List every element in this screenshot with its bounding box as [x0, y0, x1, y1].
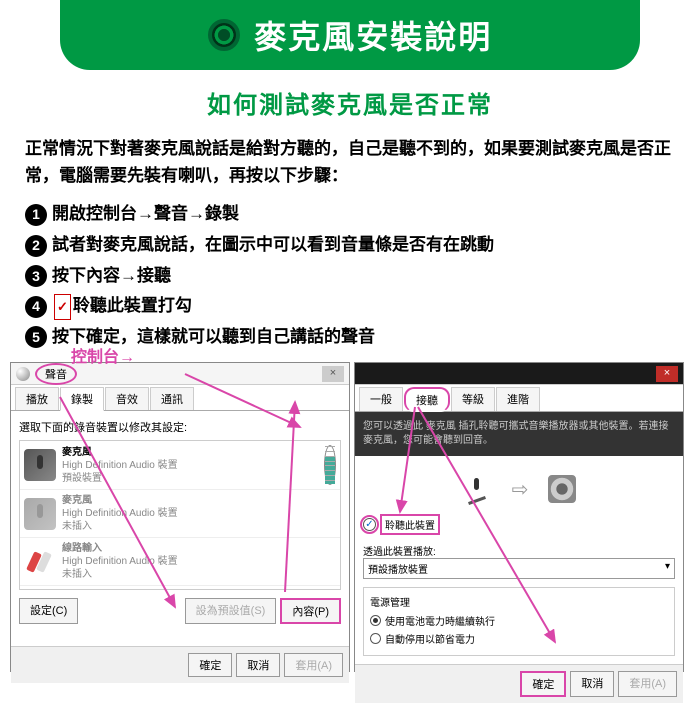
tab-general[interactable]: 一般 [359, 387, 403, 411]
step-3: 按下內容→接聽 [52, 261, 171, 292]
ok-button[interactable]: 確定 [188, 653, 232, 677]
tab-recording[interactable]: 錄製 [60, 387, 104, 411]
right-body: ⇨ ✓ 聆聽此裝置 透過此裝置播放: 預設播放裝置 ▾ 電源管理 使用電池電力時… [355, 456, 683, 664]
step-num-3: 3 [25, 265, 47, 287]
step-2: 試者對麥克風說話，在圖示中可以看到音量條是否有在跳動 [52, 230, 494, 261]
titlebar: 聲音 × [11, 363, 349, 385]
device-list: 麥克風 High Definition Audio 裝置 預設裝置 麥克風 Hi [19, 440, 341, 590]
control-panel-label: 控制台→ [71, 343, 135, 367]
apply-button[interactable]: 套用(A) [284, 653, 343, 677]
mic-properties-dialog: × 一般 接聽 等級 進階 您可以透過此 麥克風 插孔聆聽可攜式音樂播放器或其他… [354, 362, 684, 672]
dialog-body: 選取下面的錄音裝置以修改其設定: 麥克風 High Definition Aud… [11, 411, 349, 646]
dialog-footer: 確定 取消 套用(A) [355, 664, 683, 703]
step-1: 開啟控制台→聲音→錄製 [52, 199, 239, 230]
arrow-right-icon: ⇨ [512, 477, 529, 502]
playback-select[interactable]: 預設播放裝置 ▾ [363, 558, 675, 579]
subtitle: 如何測試麥克風是否正常 [0, 85, 700, 120]
sound-dialog: 控制台→ 聲音 × 播放 錄製 音效 通訊 選取下面的錄音裝置以修改其設定: 麥… [10, 362, 350, 672]
ok-button[interactable]: 確定 [520, 671, 566, 697]
cancel-button[interactable]: 取消 [236, 653, 280, 677]
properties-button[interactable]: 內容(P) [280, 598, 341, 624]
body-label: 選取下面的錄音裝置以修改其設定: [19, 419, 341, 435]
tab-sounds[interactable]: 音效 [105, 387, 149, 410]
hint-text: 您可以透過此 麥克風 插孔聆聽可攜式音樂播放器或其他裝置。若連接麥克風，您可能會… [355, 412, 683, 456]
target-icon [208, 19, 240, 51]
listen-checkbox[interactable]: ✓ [363, 518, 376, 531]
level-meter [324, 445, 336, 485]
check-icon: ✓ [54, 294, 71, 319]
default-button[interactable]: 設為預設值(S) [185, 598, 277, 624]
mic-icon [24, 449, 56, 481]
list-item[interactable]: 麥克風 High Definition Audio 裝置 預設裝置 [20, 441, 340, 490]
intro-text: 正常情況下對著麥克風說話是給對方聽的，自己是聽不到的，如果要測試麥克風是否正常，… [0, 135, 700, 189]
dialog-icon [16, 367, 30, 381]
chevron-down-icon: ▾ [665, 561, 670, 576]
cancel-button[interactable]: 取消 [570, 671, 614, 697]
list-item[interactable]: 麥克風 High Definition Audio 裝置 未插入 [20, 490, 340, 538]
tabs-row: 一般 接聽 等級 進階 [355, 385, 683, 412]
radio-continue[interactable] [370, 615, 381, 626]
tab-comm[interactable]: 通訊 [150, 387, 194, 410]
tab-advanced[interactable]: 進階 [496, 387, 540, 411]
speaker-icon [548, 475, 576, 503]
playback-label: 透過此裝置播放: [363, 543, 675, 558]
mic-icon [462, 474, 492, 504]
step-num-5: 5 [25, 326, 47, 348]
power-fieldset: 電源管理 使用電池電力時繼續執行 自動停用以節省電力 [363, 587, 675, 656]
step-num-1: 1 [25, 204, 47, 226]
tab-listen[interactable]: 接聽 [404, 387, 450, 412]
power-title: 電源管理 [370, 594, 668, 609]
tab-playback[interactable]: 播放 [15, 387, 59, 410]
line-in-icon [24, 546, 56, 578]
tabs-row: 播放 錄製 音效 通訊 [11, 385, 349, 411]
apply-button[interactable]: 套用(A) [618, 671, 677, 697]
config-button[interactable]: 設定(C) [19, 598, 78, 624]
close-icon[interactable]: × [656, 366, 678, 382]
titlebar-dark: × [355, 363, 683, 385]
radio-disable[interactable] [370, 633, 381, 644]
step-num-4: 4 [25, 296, 47, 318]
close-icon[interactable]: × [322, 366, 344, 382]
listen-label: 聆聽此裝置 [380, 514, 440, 535]
list-item[interactable]: 線路輸入 High Definition Audio 裝置 未插入 [20, 538, 340, 586]
header-title: 麥克風安裝說明 [254, 19, 492, 55]
step-4: ✓聆聽此裝置打勾 [52, 291, 192, 322]
steps-list: 1開啟控制台→聲音→錄製 2試者對麥克風說話，在圖示中可以看到音量條是否有在跳動… [0, 199, 700, 352]
tab-levels[interactable]: 等級 [451, 387, 495, 411]
dialog-footer: 確定 取消 套用(A) [11, 646, 349, 683]
mic-icon [24, 498, 56, 530]
header-banner: 麥克風安裝說明 [60, 0, 640, 70]
step-num-2: 2 [25, 235, 47, 257]
